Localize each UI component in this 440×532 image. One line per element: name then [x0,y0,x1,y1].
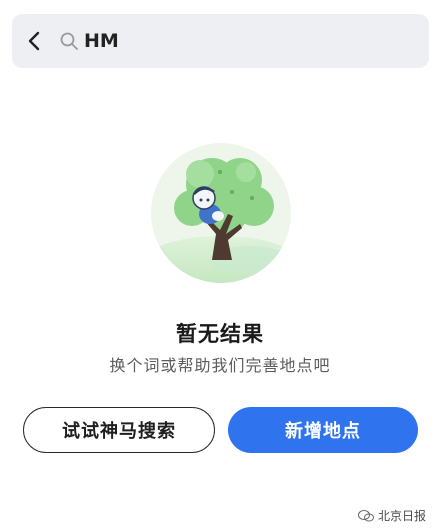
search-input[interactable] [84,30,384,52]
empty-state-subtitle: 换个词或帮助我们完善地点吧 [109,356,331,375]
search-icon [58,30,80,52]
watermark-text: 北京日报 [377,509,426,523]
add-place-button[interactable]: 新增地点 [228,407,418,453]
search-results-page: 暂无结果 换个词或帮助我们完善地点吧 试试神马搜索 新增地点 北京日报 [0,0,440,532]
watermark: 北京日报 [357,507,426,524]
wechat-icon [357,509,374,522]
back-button[interactable] [12,14,56,68]
try-shenma-search-button[interactable]: 试试神马搜索 [23,407,215,453]
empty-state-title: 暂无结果 [176,322,264,346]
search-bar [12,14,429,68]
tree-with-character-illustration [150,142,292,284]
chevron-left-icon [28,31,40,51]
